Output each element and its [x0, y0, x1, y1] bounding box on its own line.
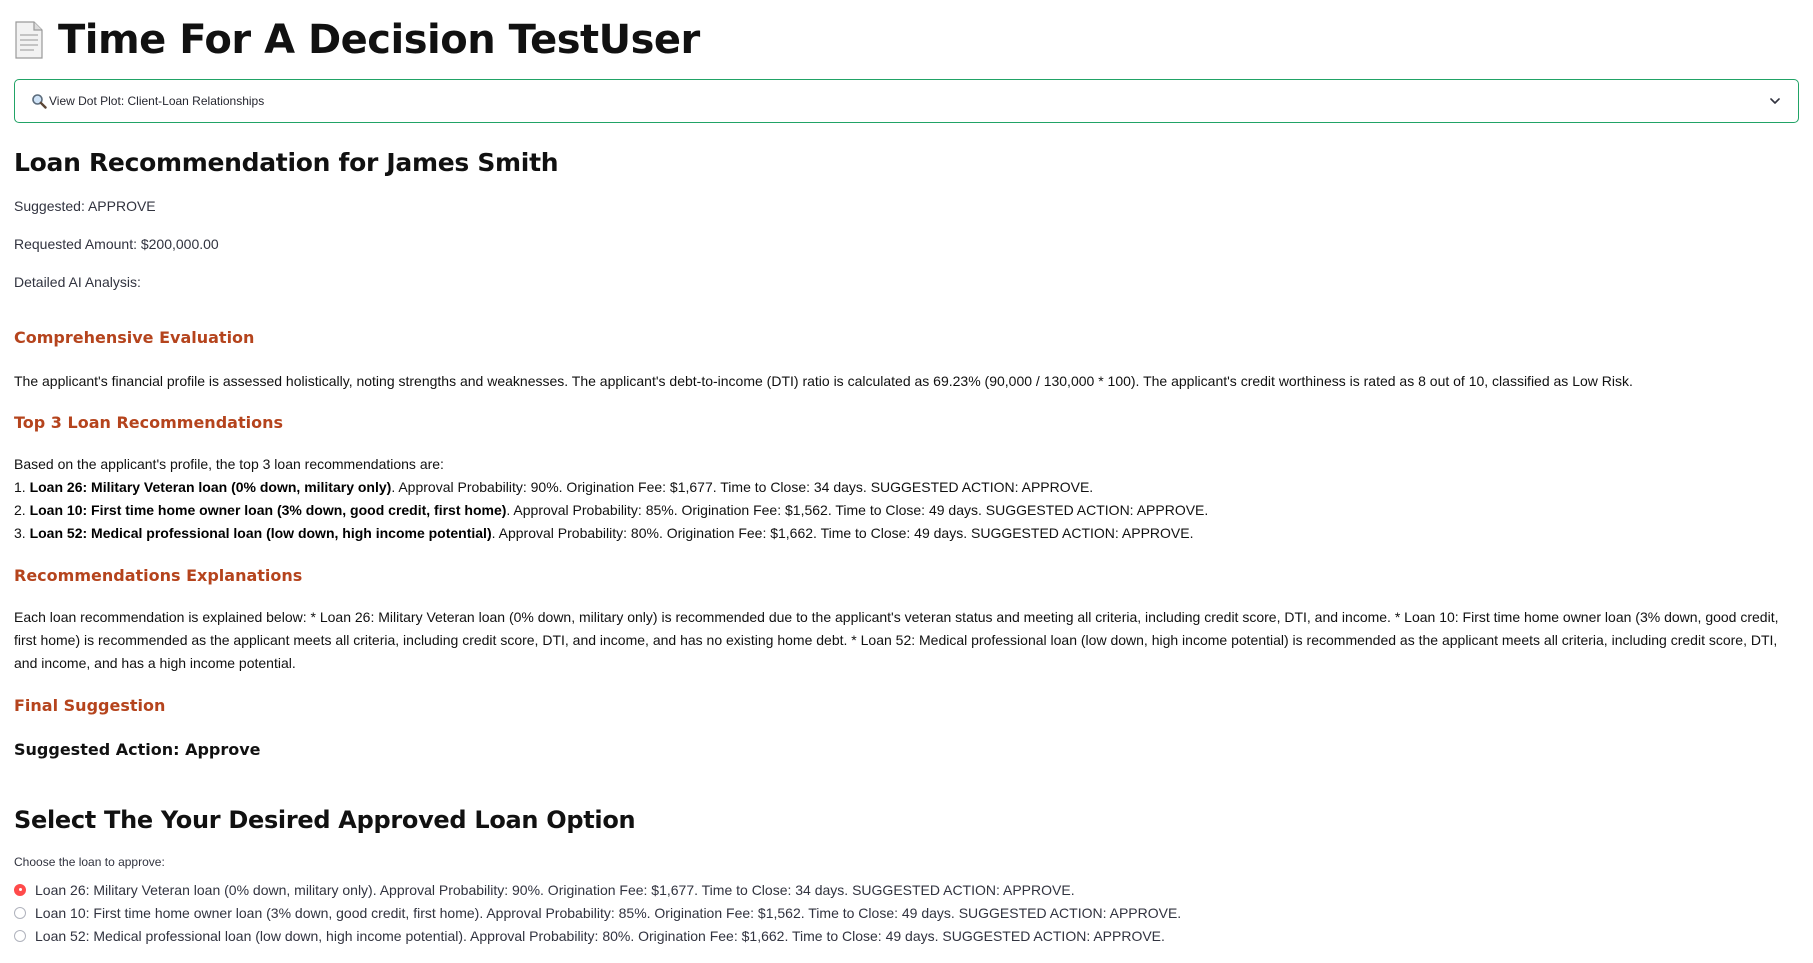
- requested-amount-text: Requested Amount: $200,000.00: [14, 236, 219, 252]
- loan-option-label: Loan 26: Military Veteran loan (0% down,…: [35, 881, 1075, 898]
- expander-label: View Dot Plot: Client-Loan Relationships: [49, 94, 265, 108]
- top3-intro: Based on the applicant's profile, the to…: [14, 456, 444, 472]
- dot-plot-expander[interactable]: View Dot Plot: Client-Loan Relationships: [14, 79, 1799, 123]
- loan-radio-label: Choose the loan to approve:: [14, 855, 165, 869]
- app-page: Time For A Decision TestUser View Dot Pl…: [0, 0, 1813, 963]
- select-loan-heading: Select The Your Desired Approved Loan Op…: [14, 806, 636, 834]
- loan-radio-group: Loan 26: Military Veteran loan (0% down,…: [14, 878, 1799, 947]
- title-row: Time For A Decision TestUser: [14, 0, 1799, 80]
- top3-item: 3. Loan 52: Medical professional loan (l…: [14, 525, 1194, 541]
- loan-option-10[interactable]: Loan 10: First time home owner loan (3% …: [14, 901, 1799, 924]
- recommendation-heading: Loan Recommendation for James Smith: [14, 148, 559, 177]
- chevron-down-icon[interactable]: [1768, 94, 1782, 108]
- evaluation-text: The applicant's financial profile is ass…: [14, 373, 1633, 389]
- top3-list: Based on the applicant's profile, the to…: [14, 453, 1799, 545]
- final-heading: Final Suggestion: [14, 696, 166, 715]
- magnifier-icon: [31, 93, 47, 109]
- loan-option-label: Loan 10: First time home owner loan (3% …: [35, 904, 1182, 921]
- evaluation-heading: Comprehensive Evaluation: [14, 328, 255, 347]
- radio-selected-icon[interactable]: [14, 883, 26, 896]
- analysis-label: Detailed AI Analysis:: [14, 274, 141, 290]
- loan-option-52[interactable]: Loan 52: Medical professional loan (low …: [14, 924, 1799, 947]
- loan-option-label: Loan 52: Medical professional loan (low …: [35, 927, 1165, 944]
- top3-heading: Top 3 Loan Recommendations: [14, 413, 283, 432]
- radio-unselected-icon[interactable]: [14, 929, 26, 942]
- explanations-heading: Recommendations Explanations: [14, 566, 303, 585]
- explanations-text: Each loan recommendation is explained be…: [14, 609, 1779, 671]
- page-title: Time For A Decision TestUser: [58, 17, 700, 63]
- document-icon: [14, 21, 44, 59]
- top3-item: 2. Loan 10: First time home owner loan (…: [14, 502, 1209, 518]
- radio-unselected-icon[interactable]: [14, 906, 26, 919]
- expander-label-group: View Dot Plot: Client-Loan Relationships: [31, 93, 1768, 109]
- loan-option-26[interactable]: Loan 26: Military Veteran loan (0% down,…: [14, 878, 1799, 901]
- top3-item: 1. Loan 26: Military Veteran loan (0% do…: [14, 479, 1094, 495]
- final-action-text: Suggested Action: Approve: [14, 740, 261, 759]
- suggested-text: Suggested: APPROVE: [14, 198, 156, 214]
